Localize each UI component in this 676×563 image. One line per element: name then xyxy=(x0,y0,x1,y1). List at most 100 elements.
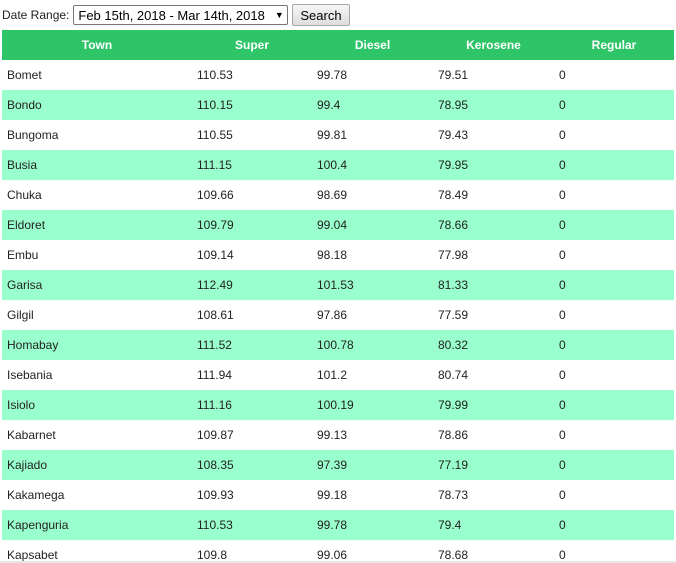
cell-kerosene: 79.99 xyxy=(433,390,554,420)
table-row: Chuka 109.66 98.69 78.49 0 xyxy=(2,180,674,210)
column-header-kerosene[interactable]: Kerosene xyxy=(433,30,554,60)
cell-regular: 0 xyxy=(554,510,674,540)
table-body: Bomet 110.53 99.78 79.51 0 Bondo 110.15 99.4 78.… xyxy=(2,60,674,561)
table-row: Bomet 110.53 99.78 79.51 0 xyxy=(2,60,674,90)
cell-town: Kajiado xyxy=(2,450,192,480)
cell-kerosene: 77.19 xyxy=(433,450,554,480)
table-row: Kajiado 108.35 97.39 77.19 0 xyxy=(2,450,674,480)
cell-regular: 0 xyxy=(559,68,566,82)
cell-town: Busia xyxy=(2,150,192,180)
fuel-prices-table-container: Town Super Diesel Kerosene Regular Bomet… xyxy=(2,30,674,561)
cell-diesel: 97.86 xyxy=(317,308,348,322)
table-row: Embu 109.14 98.18 77.98 0 xyxy=(2,240,674,270)
cell-regular: 0 xyxy=(559,128,566,142)
cell-diesel: 99.06 xyxy=(317,548,348,561)
date-range-label: Date Range: xyxy=(2,8,70,22)
cell-kerosene: 77.59 xyxy=(438,308,469,322)
cell-super: 110.55 xyxy=(197,128,233,142)
table-row: Eldoret 109.79 99.04 78.66 0 xyxy=(2,210,674,240)
cell-kerosene: 78.49 xyxy=(438,188,469,202)
table-row: Garisa 112.49 101.53 81.33 0 xyxy=(2,270,674,300)
cell-town: Isebania xyxy=(7,368,53,382)
cell-town: Bungoma xyxy=(7,128,59,142)
cell-regular: 0 xyxy=(559,428,566,442)
cell-kerosene: 79.4 xyxy=(433,510,554,540)
cell-diesel: 101.53 xyxy=(312,270,433,300)
cell-super: 110.53 xyxy=(192,510,312,540)
cell-regular: 0 xyxy=(559,488,566,502)
table-row: Kabarnet 109.87 99.13 78.86 0 xyxy=(2,420,674,450)
search-button[interactable]: Search xyxy=(292,4,350,26)
cell-super: 108.35 xyxy=(192,450,312,480)
cell-super: 109.93 xyxy=(197,488,234,502)
cell-diesel: 100.78 xyxy=(312,330,433,360)
cell-regular: 0 xyxy=(554,270,674,300)
cell-kerosene: 79.51 xyxy=(438,68,469,82)
cell-diesel: 99.78 xyxy=(317,68,348,82)
cell-regular: 0 xyxy=(559,248,566,262)
cell-kerosene: 78.66 xyxy=(433,210,554,240)
cell-kerosene: 78.68 xyxy=(438,548,469,561)
cell-super: 111.52 xyxy=(192,330,312,360)
cell-super: 111.15 xyxy=(192,150,312,180)
cell-town: Embu xyxy=(7,248,39,262)
cell-kerosene: 78.95 xyxy=(433,90,554,120)
cell-kerosene: 78.86 xyxy=(438,428,469,442)
cell-town: Bondo xyxy=(2,90,192,120)
cell-town: Kakamega xyxy=(7,488,65,502)
cell-super: 109.14 xyxy=(197,248,234,262)
cell-kerosene: 78.73 xyxy=(438,488,469,502)
table-row: Busia 111.15 100.4 79.95 0 xyxy=(2,150,674,180)
cell-town: Kapenguria xyxy=(2,510,192,540)
table-header: Town Super Diesel Kerosene Regular xyxy=(2,30,674,60)
cell-super: 111.94 xyxy=(197,368,232,382)
cell-diesel: 100.19 xyxy=(312,390,433,420)
cell-town: Isiolo xyxy=(2,390,192,420)
column-header-regular[interactable]: Regular xyxy=(554,30,674,60)
cell-super: 109.79 xyxy=(192,210,312,240)
cell-kerosene: 80.74 xyxy=(438,368,469,382)
cell-super: 110.53 xyxy=(197,68,233,82)
cell-kerosene: 79.43 xyxy=(438,128,469,142)
cell-regular: 0 xyxy=(559,548,566,561)
cell-diesel: 98.69 xyxy=(317,188,348,202)
cell-regular: 0 xyxy=(554,210,674,240)
cell-kerosene: 79.95 xyxy=(433,150,554,180)
date-range-value: Feb 15th, 2018 - Mar 14th, 2018 xyxy=(78,7,265,23)
cell-diesel: 99.4 xyxy=(312,90,433,120)
cell-town: Kabarnet xyxy=(7,428,56,442)
cell-kerosene: 80.32 xyxy=(433,330,554,360)
cell-kerosene: 81.33 xyxy=(433,270,554,300)
cell-town: Chuka xyxy=(7,188,42,202)
cell-regular: 0 xyxy=(554,90,674,120)
cell-diesel: 101.2 xyxy=(317,368,348,382)
date-range-select[interactable]: Feb 15th, 2018 - Mar 14th, 2018 ▼ xyxy=(73,5,289,25)
cell-regular: 0 xyxy=(559,188,566,202)
cell-super: 112.49 xyxy=(192,270,312,300)
cell-diesel: 99.18 xyxy=(317,488,348,502)
cell-town: Bomet xyxy=(7,68,42,82)
cell-town: Kapsabet xyxy=(7,548,58,561)
cell-diesel: 99.04 xyxy=(312,210,433,240)
column-header-diesel[interactable]: Diesel xyxy=(312,30,433,60)
cell-super: 109.66 xyxy=(197,188,234,202)
cell-kerosene: 77.98 xyxy=(438,248,469,262)
chevron-down-icon: ▼ xyxy=(274,10,284,20)
cell-diesel: 100.4 xyxy=(312,150,433,180)
table-row: Isebania 111.94 101.2 80.74 0 xyxy=(2,360,674,390)
cell-super: 111.16 xyxy=(192,390,312,420)
cell-town: Gilgil xyxy=(7,308,34,322)
column-header-town[interactable]: Town xyxy=(2,30,192,60)
table-row: Isiolo 111.16 100.19 79.99 0 xyxy=(2,390,674,420)
table-row: Kakamega 109.93 99.18 78.73 0 xyxy=(2,480,674,510)
cell-town: Eldoret xyxy=(2,210,192,240)
cell-diesel: 97.39 xyxy=(312,450,433,480)
cell-regular: 0 xyxy=(554,390,674,420)
fuel-prices-table: Town Super Diesel Kerosene Regular Bomet… xyxy=(2,30,674,561)
cell-regular: 0 xyxy=(559,308,566,322)
column-header-super[interactable]: Super xyxy=(192,30,312,60)
cell-super: 110.15 xyxy=(192,90,312,120)
cell-diesel: 98.18 xyxy=(317,248,348,262)
cell-diesel: 99.78 xyxy=(312,510,433,540)
table-row: Gilgil 108.61 97.86 77.59 0 xyxy=(2,300,674,330)
